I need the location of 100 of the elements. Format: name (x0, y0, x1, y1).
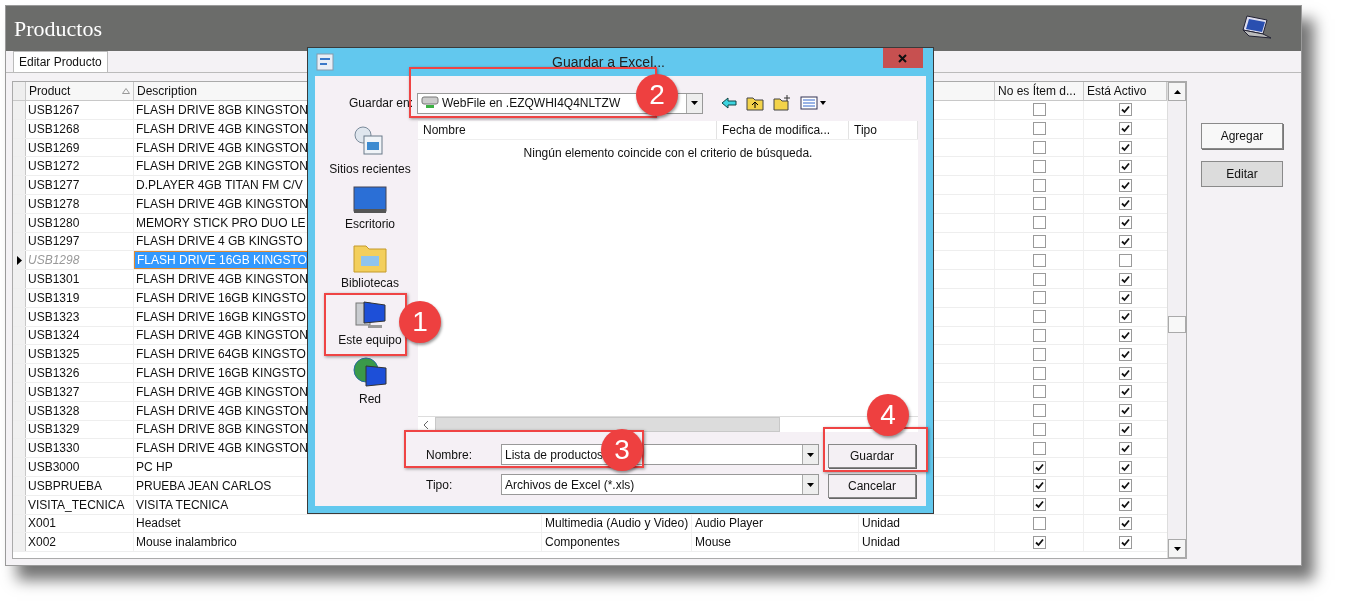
column-header[interactable]: Nombre (423, 121, 466, 139)
scroll-thumb[interactable] (435, 417, 780, 432)
scroll-up-button[interactable] (1168, 82, 1186, 101)
checkbox[interactable] (1032, 272, 1046, 286)
checkbox[interactable] (1119, 310, 1132, 324)
checkbox[interactable] (1032, 197, 1046, 211)
checkbox[interactable] (1032, 516, 1046, 530)
table-cell-text: Unidad (862, 534, 901, 552)
table-cell-text: USB1319 (28, 289, 80, 307)
table-cell-text: FLASH DRIVE 8GB KINGSTON (135, 101, 309, 119)
checkbox[interactable] (1032, 404, 1046, 418)
up-folder-icon[interactable] (746, 95, 764, 111)
table-cell-text: USB1328 (28, 402, 80, 420)
place-item[interactable]: Este equipo (338, 299, 402, 349)
checkbox[interactable] (1119, 234, 1132, 248)
checkbox[interactable] (1119, 122, 1132, 136)
sort-ascending-icon (122, 88, 130, 94)
table-cell-text: USB1268 (28, 120, 80, 138)
table-cell-text: Mouse inalambrico (135, 534, 238, 552)
checkbox[interactable] (1119, 272, 1132, 286)
checkbox[interactable] (1032, 347, 1046, 361)
column-header[interactable]: Está Activo (1087, 82, 1163, 100)
action-button[interactable]: Agregar (1201, 123, 1283, 149)
checkbox[interactable] (1032, 385, 1046, 399)
checkbox[interactable] (1119, 535, 1132, 549)
new-folder-icon[interactable] (773, 95, 791, 111)
table-cell-text: Audio Player (695, 515, 764, 533)
column-header[interactable]: No es Ítem d... (998, 82, 1080, 100)
checkbox[interactable] (1032, 310, 1046, 324)
checkbox[interactable] (1119, 385, 1132, 399)
place-item[interactable]: Red (352, 356, 388, 408)
network-icon (352, 356, 388, 390)
empty-message: Ningún elemento coincide con el criterio de búsqueda. (522, 145, 814, 162)
checkbox[interactable] (1032, 498, 1046, 512)
checkbox[interactable] (1119, 347, 1132, 361)
checkbox[interactable] (1032, 141, 1046, 154)
checkbox[interactable] (1119, 103, 1132, 117)
dialog-button[interactable]: Cancelar (828, 474, 916, 498)
table-cell-text: FLASH DRIVE 4GB KINGSTON (135, 440, 309, 458)
checkbox[interactable] (1032, 178, 1046, 192)
checkbox[interactable] (1032, 253, 1046, 267)
scroll-down-button[interactable] (1168, 539, 1186, 558)
checkbox[interactable] (1032, 122, 1046, 136)
checkbox[interactable] (1119, 216, 1132, 230)
checkbox[interactable] (1032, 291, 1046, 305)
table-cell-text: FLASH DRIVE 16GB KINGSTO (135, 308, 307, 326)
app-icon (316, 53, 334, 71)
checkbox[interactable] (1032, 366, 1046, 380)
column-header[interactable]: Fecha de modifica... (722, 121, 831, 139)
table-cell-text: FLASH DRIVE 4GB KINGSTON (135, 327, 309, 345)
scrollbar-track[interactable] (1167, 82, 1186, 558)
checkbox[interactable] (1119, 516, 1132, 530)
checkbox[interactable] (1119, 404, 1132, 418)
checkbox[interactable] (1119, 328, 1132, 342)
computer-icon (352, 299, 388, 331)
table-cell-text: USB1323 (28, 308, 80, 326)
checkbox[interactable] (1032, 234, 1046, 248)
dialog-button[interactable]: Guardar (828, 444, 916, 468)
checkbox[interactable] (1119, 441, 1132, 455)
checkbox[interactable] (1032, 535, 1046, 549)
checkbox[interactable] (1032, 103, 1046, 117)
column-header[interactable]: Product (29, 82, 130, 100)
checkbox[interactable] (1119, 460, 1132, 474)
table-cell-text: PRUEBA JEAN CARLOS (135, 477, 273, 495)
checkbox[interactable] (1119, 366, 1132, 380)
table-cell-text: X001 (28, 515, 57, 533)
table-cell-text: USB1329 (28, 421, 80, 439)
table-cell-text: FLASH DRIVE 64GB KINGSTO (135, 346, 307, 364)
checkbox[interactable] (1032, 422, 1046, 436)
checkbox[interactable] (1119, 159, 1132, 173)
checkbox[interactable] (1119, 291, 1132, 305)
checkbox[interactable] (1119, 197, 1132, 211)
action-button[interactable]: Editar (1201, 161, 1283, 187)
column-header[interactable]: Tipo (854, 121, 877, 139)
scroll-thumb[interactable] (1168, 316, 1186, 333)
checkbox[interactable] (1119, 141, 1132, 154)
checkbox[interactable] (1032, 159, 1046, 173)
checkbox[interactable] (1119, 479, 1132, 493)
checkbox[interactable] (1119, 498, 1132, 512)
close-button[interactable] (883, 48, 923, 68)
table-cell-text: Unidad (862, 515, 901, 533)
checkbox[interactable] (1032, 441, 1046, 455)
place-item[interactable]: Sitios recientes (329, 124, 411, 178)
checkbox[interactable] (1032, 479, 1046, 493)
table-cell-text: USB1277 (28, 177, 80, 195)
view-menu-icon[interactable] (800, 96, 828, 110)
file-type-dropdown[interactable]: Archivos de Excel (*.xls) (501, 474, 819, 495)
tab[interactable]: Editar Producto (13, 51, 108, 72)
close-icon (898, 53, 908, 63)
back-arrow-icon[interactable] (721, 97, 737, 109)
checkbox[interactable] (1032, 460, 1046, 474)
checkbox[interactable] (1032, 216, 1046, 230)
place-item[interactable]: Escritorio (345, 185, 395, 233)
table-cell-text: FLASH DRIVE 8GB KINGSTON (135, 421, 309, 439)
up-arrow-icon (1173, 89, 1181, 94)
checkbox[interactable] (1032, 328, 1046, 342)
checkbox[interactable] (1119, 422, 1132, 436)
checkbox[interactable] (1119, 253, 1132, 267)
network-drive-icon (421, 96, 439, 110)
checkbox[interactable] (1119, 178, 1132, 192)
